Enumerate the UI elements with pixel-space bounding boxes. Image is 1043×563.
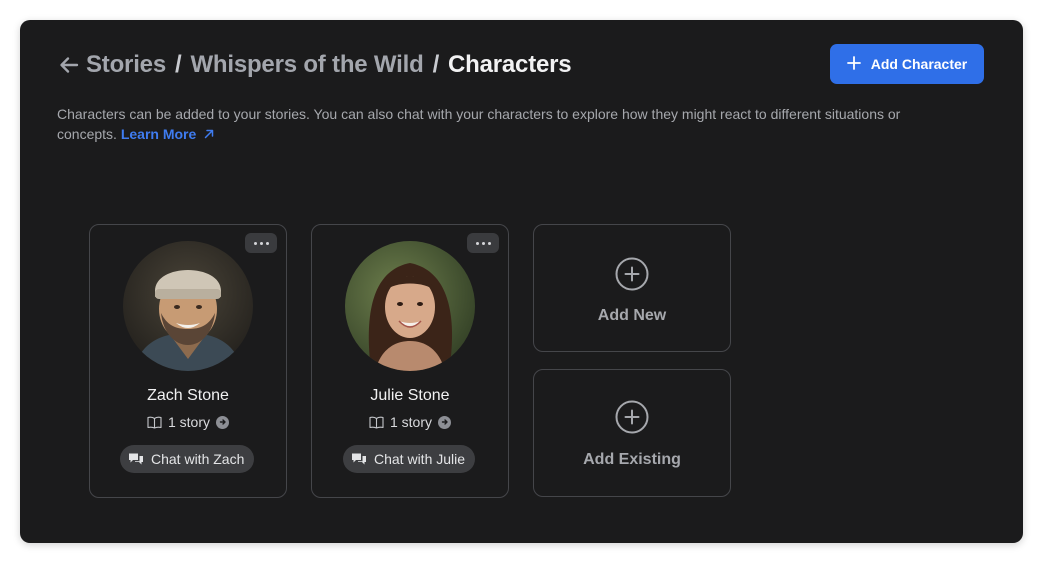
story-count-label: 1 story <box>167 414 210 430</box>
avatar-zach <box>123 241 253 371</box>
character-name: Julie Stone <box>370 387 450 404</box>
add-new-label: Add New <box>597 307 667 324</box>
chat-button[interactable]: Chat with Julie <box>343 445 476 473</box>
learn-more-label: Learn More <box>120 126 197 142</box>
chevron-right-icon[interactable] <box>438 415 451 429</box>
book-icon <box>369 416 384 429</box>
book-icon <box>147 416 162 429</box>
breadcrumb-separator: / <box>432 51 440 78</box>
page-description: Characters can be added to your stories.… <box>57 104 957 144</box>
chevron-right-icon[interactable] <box>216 415 229 429</box>
plus-icon <box>846 55 861 73</box>
character-name: Zach Stone <box>147 387 229 404</box>
chat-button[interactable]: Chat with Zach <box>120 445 255 473</box>
story-count[interactable]: 1 story <box>312 414 508 430</box>
more-options-icon[interactable] <box>245 233 277 253</box>
chat-button-label: Chat with Zach <box>151 451 245 467</box>
add-new-card[interactable]: Add New <box>533 224 731 352</box>
add-circle-icon <box>615 400 649 434</box>
chat-bubbles-icon <box>129 453 143 465</box>
add-character-button[interactable]: Add Character <box>830 44 984 84</box>
add-character-label: Add Character <box>870 56 968 72</box>
back-arrow-icon[interactable] <box>58 54 80 76</box>
learn-more-link[interactable]: Learn More <box>121 126 215 142</box>
breadcrumb-stories[interactable]: Stories <box>86 51 166 79</box>
add-circle-icon <box>615 257 649 291</box>
external-link-icon <box>204 129 214 139</box>
story-count-label: 1 story <box>389 414 432 430</box>
add-existing-card[interactable]: Add Existing <box>533 369 731 497</box>
page-title: Characters <box>448 51 572 78</box>
add-existing-label: Add Existing <box>583 451 681 468</box>
characters-panel: Stories / Whispers of the Wild / Charact… <box>20 20 1023 543</box>
more-options-icon[interactable] <box>467 233 499 253</box>
breadcrumb-separator: / <box>174 51 182 78</box>
avatar-julie <box>345 241 475 371</box>
breadcrumb-story-title[interactable]: Whispers of the Wild <box>190 51 423 79</box>
chat-bubbles-icon <box>352 453 366 465</box>
story-count[interactable]: 1 story <box>90 414 286 430</box>
character-card-julie[interactable]: Julie Stone 1 story Chat with Julie <box>311 224 509 498</box>
chat-button-label: Chat with Julie <box>374 451 466 467</box>
character-card-zach[interactable]: Zach Stone 1 story Chat with Zach <box>89 224 287 498</box>
breadcrumb: Stories / Whispers of the Wild / Charact… <box>58 49 572 81</box>
